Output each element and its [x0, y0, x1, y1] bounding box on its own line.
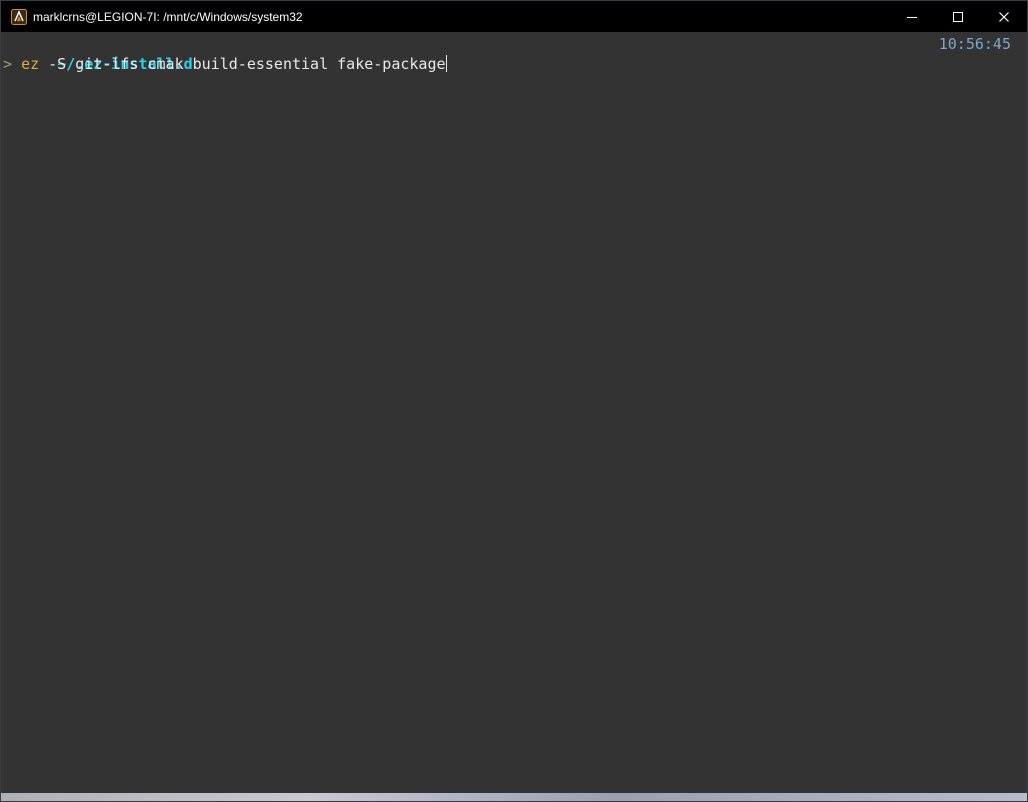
prompt-cwd-line: ~/.ez-install.d [3, 34, 192, 73]
prompt-clock: 10:56:45 [938, 35, 1011, 53]
terminal-window: marklcrns@LEGION-7I: /mnt/c/Windows/syst… [0, 0, 1028, 802]
window-title: marklcrns@LEGION-7I: /mnt/c/Windows/syst… [33, 9, 303, 24]
command-name: ez [21, 55, 40, 73]
terminal-app-icon[interactable] [11, 8, 27, 25]
maximize-icon [953, 11, 963, 22]
minimize-button[interactable] [889, 1, 935, 32]
close-icon [999, 11, 1009, 22]
window-controls [889, 1, 1027, 32]
terminal-area[interactable]: ~/.ez-install.d 10:56:45 > ez -S git-lfs… [1, 32, 1027, 793]
title-bar[interactable]: marklcrns@LEGION-7I: /mnt/c/Windows/syst… [1, 1, 1027, 32]
maximize-button[interactable] [935, 1, 981, 32]
minimize-icon [907, 16, 917, 18]
close-button[interactable] [981, 1, 1027, 32]
command-arguments: -S git-lfs cmak build-essential fake-pac… [39, 55, 446, 73]
prompt-symbol: > [3, 55, 13, 73]
window-bottom-edge [1, 793, 1027, 801]
command-line[interactable]: > ez -S git-lfs cmak build-essential fak… [3, 54, 447, 74]
text-cursor [445, 55, 447, 72]
